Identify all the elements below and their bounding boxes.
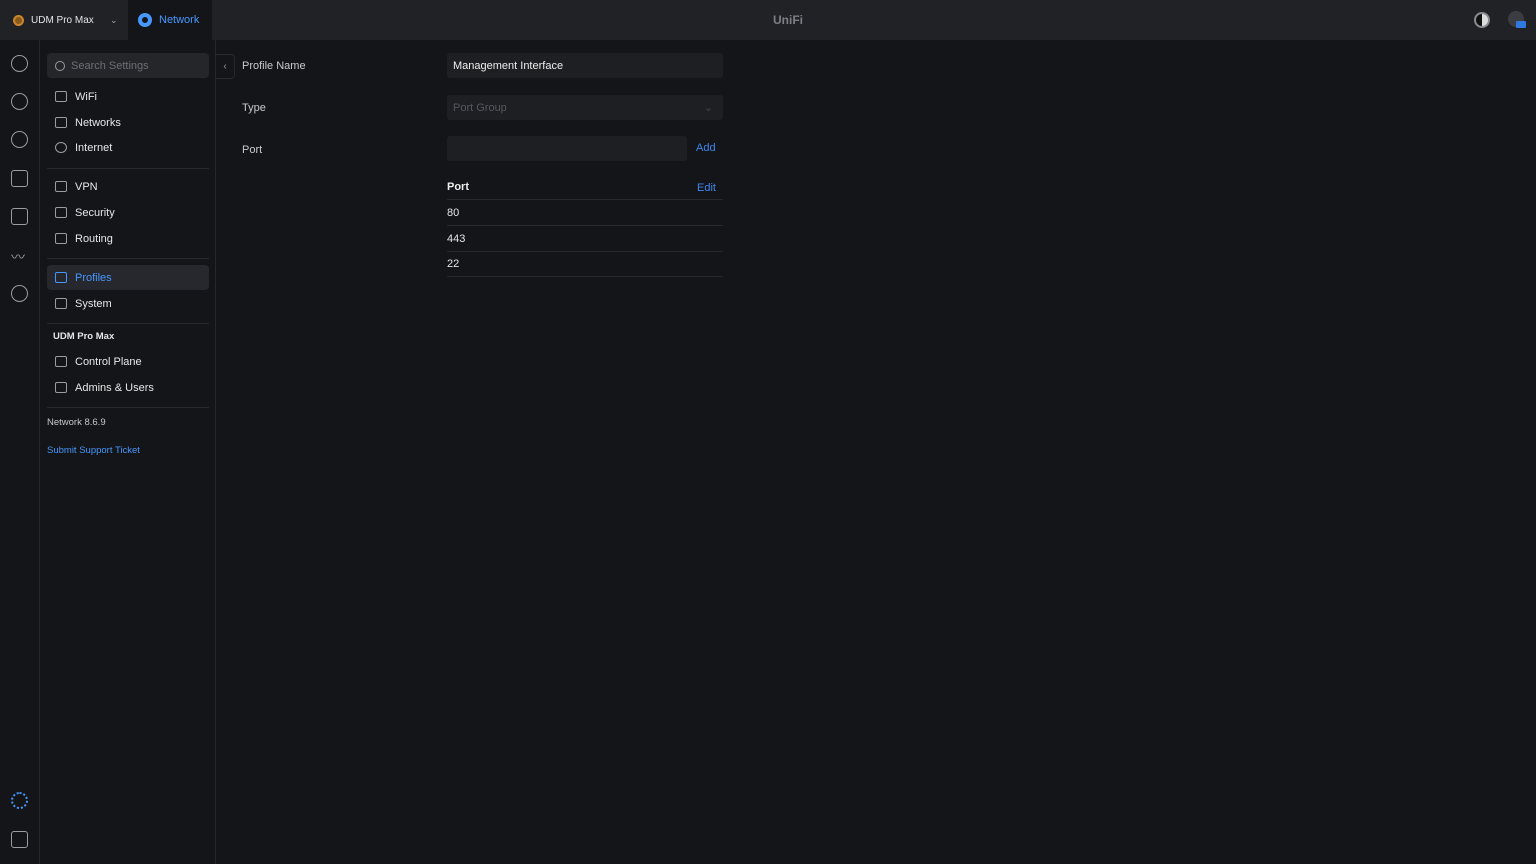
- sidebar-item-control-plane[interactable]: Control Plane: [47, 349, 209, 374]
- shield-icon: [55, 207, 67, 218]
- divider: [47, 168, 209, 169]
- section-heading: UDM Pro Max: [53, 331, 115, 342]
- sidebar-item-label: Control Plane: [75, 355, 142, 368]
- sidebar-item-label: Internet: [75, 141, 113, 154]
- settings-gear-icon[interactable]: [11, 792, 28, 809]
- alerts-icon[interactable]: [11, 285, 28, 302]
- ports-table-header: Port: [447, 181, 469, 193]
- vpn-icon: [55, 181, 67, 192]
- avatar[interactable]: [1508, 11, 1526, 28]
- type-value: Port Group: [453, 101, 507, 114]
- settings-sidebar: Search Settings WiFi Networks Internet V…: [40, 40, 216, 864]
- profiles-icon: [55, 272, 67, 283]
- divider: [47, 323, 209, 324]
- wifi-icon: [55, 91, 67, 102]
- topology-icon[interactable]: [11, 93, 28, 110]
- app-rail: 〰: [0, 40, 40, 864]
- table-row: 80: [447, 207, 460, 219]
- sidebar-item-profiles[interactable]: Profiles: [47, 265, 209, 290]
- sidebar-item-label: Profiles: [75, 271, 112, 284]
- sidebar-item-wifi[interactable]: WiFi: [47, 84, 209, 109]
- sidebar-item-admins-users[interactable]: Admins & Users: [47, 375, 209, 400]
- port-label: Port: [242, 144, 263, 156]
- sidebar-item-label: Admins & Users: [75, 381, 154, 394]
- search-placeholder: Search Settings: [71, 59, 149, 72]
- globe-icon: [55, 142, 67, 153]
- divider: [47, 258, 209, 259]
- users-icon: [55, 382, 67, 393]
- profile-name-input[interactable]: Management Interface: [447, 53, 723, 78]
- type-select[interactable]: Port Group ⌄: [447, 95, 723, 120]
- divider: [47, 407, 209, 408]
- divider: [447, 276, 723, 277]
- sidebar-item-security[interactable]: Security: [47, 200, 209, 225]
- sidebar-item-label: VPN: [75, 180, 98, 193]
- devices-icon[interactable]: [11, 131, 28, 148]
- avatar-badge: [1516, 21, 1526, 28]
- routing-icon: [55, 233, 67, 244]
- type-label: Type: [242, 102, 266, 114]
- sidebar-item-label: Security: [75, 206, 115, 219]
- brand-title: UniFi: [773, 13, 803, 27]
- control-plane-icon: [55, 356, 67, 367]
- search-input[interactable]: Search Settings: [47, 53, 209, 78]
- system-icon: [55, 298, 67, 309]
- sidebar-item-label: Networks: [75, 116, 121, 129]
- sidebar-item-vpn[interactable]: VPN: [47, 174, 209, 199]
- divider: [447, 199, 723, 200]
- table-row: 443: [447, 233, 466, 245]
- network-tree-icon: [55, 117, 67, 128]
- table-row: 22: [447, 258, 460, 270]
- profile-name-label: Profile Name: [242, 60, 306, 72]
- collapse-chevron-left-icon[interactable]: ‹: [216, 54, 235, 79]
- chevron-down-icon: ⌄: [703, 102, 713, 114]
- edit-ports-button[interactable]: Edit: [697, 182, 716, 194]
- sidebar-item-networks[interactable]: Networks: [47, 110, 209, 135]
- dashboard-icon[interactable]: [11, 55, 28, 72]
- sidebar-item-routing[interactable]: Routing: [47, 226, 209, 251]
- client-groups-icon[interactable]: [11, 208, 28, 225]
- support-ticket-link[interactable]: Submit Support Ticket: [47, 445, 140, 456]
- sidebar-item-label: Routing: [75, 232, 113, 245]
- version-label: Network 8.6.9: [47, 417, 106, 428]
- insights-icon[interactable]: 〰: [11, 247, 28, 265]
- sidebar-item-label: System: [75, 297, 112, 310]
- top-bar: UDM Pro Max ⌄ Network UniFi: [0, 0, 1536, 40]
- logs-icon[interactable]: [11, 831, 28, 848]
- sidebar-item-internet[interactable]: Internet: [47, 135, 209, 160]
- clients-icon[interactable]: [11, 170, 28, 187]
- divider: [447, 225, 723, 226]
- port-input[interactable]: [447, 136, 687, 161]
- sidebar-item-system[interactable]: System: [47, 291, 209, 316]
- divider: [447, 251, 723, 252]
- search-icon: [55, 60, 65, 71]
- sidebar-item-label: WiFi: [75, 90, 97, 103]
- theme-toggle-icon[interactable]: [1474, 12, 1490, 28]
- profile-name-value: Management Interface: [453, 59, 564, 72]
- add-port-button[interactable]: Add: [696, 142, 716, 154]
